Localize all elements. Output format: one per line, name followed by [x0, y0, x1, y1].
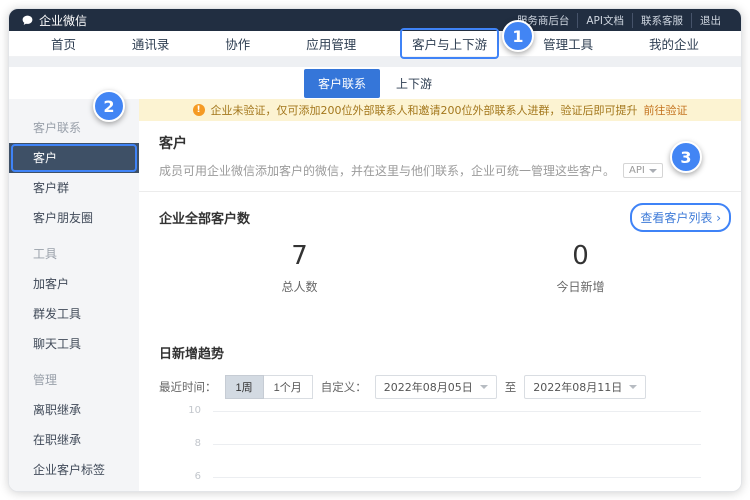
stat-total-value: 7	[159, 241, 440, 271]
stats-row: 7 总人数 0 今日新增	[159, 241, 721, 295]
stat-total-label: 总人数	[159, 278, 440, 295]
nav-item-contacts[interactable]: 通讯录	[126, 32, 176, 55]
chevron-down-icon	[629, 385, 637, 389]
topbar-link-support[interactable]: 联系客服	[632, 13, 691, 28]
api-badge-label: API	[629, 165, 645, 176]
app-window: 企业微信 服务商后台 API文档 联系客服 退出 首页 通讯录 协作 应用管理 …	[8, 8, 742, 492]
screenshot-stage: 企业微信 服务商后台 API文档 联系客服 退出 首页 通讯录 协作 应用管理 …	[0, 0, 750, 500]
recent-time-label: 最近时间：	[159, 379, 217, 395]
customer-count-section: 企业全部客户数 查看客户列表 › 7 总人数 0 今日新增	[139, 192, 741, 295]
warning-icon	[193, 104, 205, 116]
y-axis-tick: 10	[179, 405, 201, 416]
page-background-strip	[9, 57, 741, 67]
customer-count-title: 企业全部客户数	[159, 208, 250, 227]
banner-verify-link[interactable]: 前往验证	[644, 102, 688, 118]
tab-upstream-downstream[interactable]: 上下游	[382, 69, 446, 98]
chat-bubble-icon	[21, 14, 34, 27]
page-title: 客户	[159, 133, 721, 153]
sidebar-item-active-inheritance[interactable]: 在职继承	[9, 425, 139, 455]
page-description: 成员可用企业微信添加客户的微信，并在这里与他们联系，企业可统一管理这些客户。	[159, 162, 615, 179]
sidebar-item-customers[interactable]: 客户	[9, 143, 139, 173]
customer-intro-section: 客户 成员可用企业微信添加客户的微信，并在这里与他们联系，企业可统一管理这些客户…	[139, 121, 741, 192]
topbar-link-api-docs[interactable]: API文档	[577, 13, 632, 28]
to-label: 至	[505, 379, 517, 395]
time-range-toggle: 1周 1个月	[225, 375, 313, 399]
content-area: 客户联系 客户 客户群 客户朋友圈 工具 加客户 群发工具 聊天工具 管理 离职…	[9, 99, 741, 491]
topbar-link-logout[interactable]: 退出	[691, 13, 729, 28]
top-bar: 企业微信 服务商后台 API文档 联系客服 退出	[9, 9, 741, 31]
main-panel: 企业未验证，仅可添加200位外部联系人和邀请200位外部联系人进群，验证后即可提…	[139, 99, 741, 491]
chevron-down-icon	[480, 385, 488, 389]
y-axis-tick: 8	[179, 438, 201, 449]
sidebar-item-bulk-message-tool[interactable]: 群发工具	[9, 299, 139, 329]
nav-item-customers-upstream-downstream[interactable]: 客户与上下游	[406, 32, 493, 55]
view-customer-list-link[interactable]: 查看客户列表 ›	[640, 209, 721, 226]
app-logo: 企业微信	[21, 12, 87, 29]
chevron-down-icon	[649, 169, 657, 173]
annotation-step-2: 2	[93, 90, 125, 122]
nav-item-collaboration[interactable]: 协作	[219, 32, 256, 55]
sidebar-group-tools: 工具	[9, 239, 139, 269]
date-to-value: 2022年08月11日	[533, 379, 622, 395]
sidebar-group-management: 管理	[9, 365, 139, 395]
api-dropdown[interactable]: API	[623, 163, 663, 178]
app-logo-text: 企业微信	[39, 12, 87, 29]
sidebar: 客户联系 客户 客户群 客户朋友圈 工具 加客户 群发工具 聊天工具 管理 离职…	[9, 99, 139, 491]
range-1-month-button[interactable]: 1个月	[264, 375, 313, 399]
sidebar-item-customer-moments[interactable]: 客户朋友圈	[9, 203, 139, 233]
gridline	[213, 477, 701, 478]
stat-total: 7 总人数	[159, 241, 440, 295]
sidebar-item-customer-tags[interactable]: 企业客户标签	[9, 455, 139, 485]
annotation-step-1: 1	[502, 20, 534, 52]
nav-item-management-tools[interactable]: 管理工具	[537, 32, 599, 55]
gridline	[213, 411, 701, 412]
range-1-week-button[interactable]: 1周	[225, 375, 264, 399]
sidebar-item-customer-groups[interactable]: 客户群	[9, 173, 139, 203]
sidebar-item-chat-tool[interactable]: 聊天工具	[9, 329, 139, 359]
trend-title: 日新增趋势	[159, 343, 721, 362]
nav-item-home[interactable]: 首页	[45, 32, 82, 55]
gridline	[213, 444, 701, 445]
trend-controls: 最近时间： 1周 1个月 自定义： 2022年08月05日 至 2022年08月	[159, 375, 721, 399]
verification-banner: 企业未验证，仅可添加200位外部联系人和邀请200位外部联系人进群，验证后即可提…	[139, 99, 741, 121]
nav-item-app-management[interactable]: 应用管理	[300, 32, 362, 55]
trend-chart: 10 8 6 4	[179, 411, 701, 492]
tab-customer-contact[interactable]: 客户联系	[304, 69, 380, 98]
topbar-links: 服务商后台 API文档 联系客服 退出	[509, 13, 729, 28]
custom-range-label: 自定义：	[321, 379, 367, 395]
y-axis-tick: 6	[179, 471, 201, 482]
stat-new-today-value: 0	[440, 241, 721, 271]
date-from-select[interactable]: 2022年08月05日	[375, 375, 497, 399]
stat-new-today-label: 今日新增	[440, 278, 721, 295]
banner-text: 企业未验证，仅可添加200位外部联系人和邀请200位外部联系人进群，验证后即可提…	[211, 102, 638, 118]
sidebar-item-security-control[interactable]: 安全管控	[9, 485, 139, 491]
date-to-select[interactable]: 2022年08月11日	[524, 375, 646, 399]
stat-new-today: 0 今日新增	[440, 241, 721, 295]
nav-item-my-company[interactable]: 我的企业	[643, 32, 705, 55]
sidebar-item-resigned-inheritance[interactable]: 离职继承	[9, 395, 139, 425]
trend-section: 日新增趋势 最近时间： 1周 1个月 自定义： 2022年08月05日 至	[139, 343, 741, 492]
main-nav: 首页 通讯录 协作 应用管理 客户与上下游 管理工具 我的企业	[9, 31, 741, 57]
date-from-value: 2022年08月05日	[384, 379, 473, 395]
sidebar-item-add-customers[interactable]: 加客户	[9, 269, 139, 299]
annotation-step-3: 3	[670, 141, 702, 173]
